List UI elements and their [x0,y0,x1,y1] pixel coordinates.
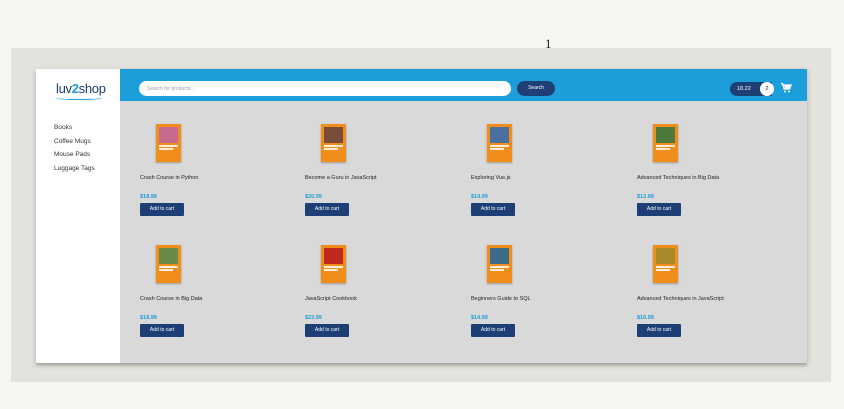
book-cover-image[interactable] [487,124,512,162]
product-price: $23.99 [305,315,322,321]
product-card: Crash Course in Big Data $18.99 Add to c… [138,245,288,357]
header-bar: Search 18.22 2 [120,69,807,101]
add-to-cart-button[interactable]: Add to cart [140,203,184,216]
logo-prefix: luv [56,81,72,96]
category-item-books[interactable]: Books [54,121,95,135]
product-name[interactable]: JavaScript Cookbook [305,296,357,302]
product-card: Beginners Guide to SQL $14.99 Add to car… [469,245,619,357]
category-item-coffee-mugs[interactable]: Coffee Mugs [54,135,95,149]
product-card: Exploring Vue.js $14.99 Add to cart [469,124,619,236]
add-to-cart-button[interactable]: Add to cart [471,324,515,337]
product-name[interactable]: Beginners Guide to SQL [471,296,531,302]
category-item-luggage-tags[interactable]: Luggage Tags [54,162,95,176]
book-cover-image[interactable] [653,124,678,162]
book-cover-image[interactable] [487,245,512,283]
sidebar: luv2shop Books Coffee Mugs Mouse Pads Lu… [36,69,120,363]
book-cover-image[interactable] [156,245,181,283]
book-cover-image[interactable] [156,124,181,162]
category-item-mouse-pads[interactable]: Mouse Pads [54,148,95,162]
product-price: $14.99 [471,194,488,200]
product-card: JavaScript Cookbook $23.99 Add to cart [303,245,453,357]
product-name[interactable]: Exploring Vue.js [471,175,511,181]
logo-suffix: shop [78,81,106,96]
cart-quantity-badge: 2 [760,82,774,96]
product-price: $14.99 [471,315,488,321]
add-to-cart-button[interactable]: Add to cart [305,203,349,216]
search-input[interactable] [139,81,511,96]
product-name[interactable]: Crash Course in Big Data [140,296,202,302]
product-grid: Crash Course in Python $18.99 Add to car… [120,101,807,363]
add-to-cart-button[interactable]: Add to cart [305,324,349,337]
product-name[interactable]: Become a Guru in JavaScript [305,175,377,181]
add-to-cart-button[interactable]: Add to cart [140,324,184,337]
add-to-cart-button[interactable]: Add to cart [471,203,515,216]
product-card: Advanced Techniques in Big Data $13.99 A… [635,124,785,236]
product-card: Advanced Techniques in JavaScript $16.99… [635,245,785,357]
category-menu: Books Coffee Mugs Mouse Pads Luggage Tag… [54,121,95,175]
add-to-cart-button[interactable]: Add to cart [637,324,681,337]
book-cover-image[interactable] [321,124,346,162]
book-cover-image[interactable] [321,245,346,283]
add-to-cart-button[interactable]: Add to cart [637,203,681,216]
shopping-cart-icon[interactable] [780,82,792,94]
product-price: $13.99 [637,194,654,200]
product-card: Become a Guru in JavaScript $20.99 Add t… [303,124,453,236]
search-button[interactable]: Search [517,81,555,96]
product-card: Crash Course in Python $18.99 Add to car… [138,124,288,236]
product-price: $18.99 [140,315,157,321]
product-price: $16.99 [637,315,654,321]
logo-swoosh [55,96,103,100]
product-name[interactable]: Advanced Techniques in JavaScript [637,296,724,302]
product-name[interactable]: Crash Course in Python [140,175,198,181]
logo-two: 2 [71,81,79,96]
app-window: luv2shop Books Coffee Mugs Mouse Pads Lu… [36,69,807,363]
product-price: $20.99 [305,194,322,200]
product-name[interactable]: Advanced Techniques in Big Data [637,175,719,181]
brand-logo[interactable]: luv2shop [56,81,106,96]
book-cover-image[interactable] [653,245,678,283]
frame-shadow [36,363,807,367]
product-price: $18.99 [140,194,157,200]
